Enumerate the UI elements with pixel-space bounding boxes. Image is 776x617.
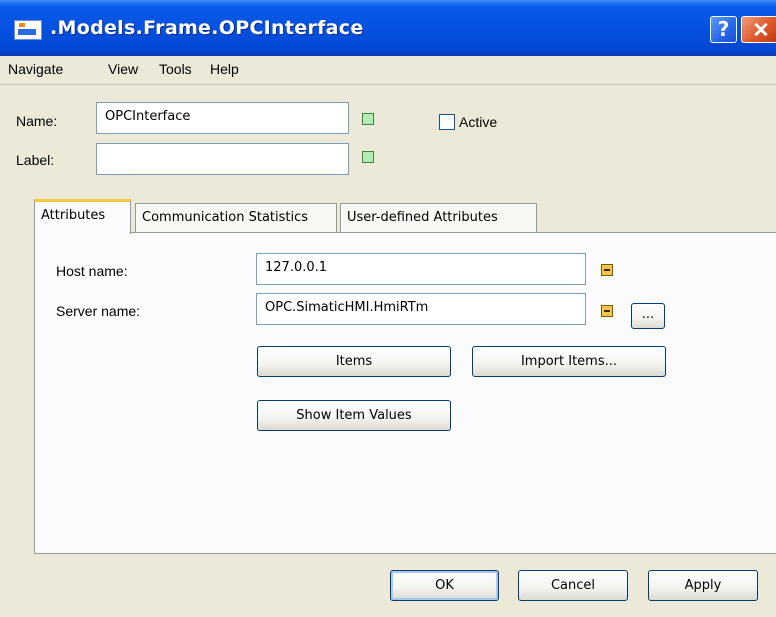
menu-tools[interactable]: Tools <box>159 61 192 77</box>
menu-view[interactable]: View <box>108 61 138 77</box>
host-name-input[interactable]: 127.0.0.1 <box>256 253 586 285</box>
ok-button[interactable]: OK <box>390 570 499 601</box>
menu-bar: Navigate View Tools Help <box>0 56 776 85</box>
items-button[interactable]: Items <box>257 346 451 377</box>
name-status-indicator <box>362 113 374 125</box>
label-input[interactable] <box>96 143 349 175</box>
name-label: Name: <box>16 113 58 129</box>
close-button[interactable] <box>741 16 776 43</box>
help-button[interactable]: ? <box>710 16 737 43</box>
cancel-button[interactable]: Cancel <box>518 570 628 601</box>
server-name-label: Server name: <box>56 303 141 319</box>
dialog-window: .Models.Frame.OPCInterface ? Navigate Vi… <box>0 0 776 617</box>
active-label: Active <box>459 114 498 130</box>
tab-user-defined-attributes[interactable]: User-defined Attributes <box>340 203 537 233</box>
label-status-indicator <box>362 151 374 163</box>
browse-server-button[interactable]: ... <box>631 303 665 329</box>
active-checkbox[interactable] <box>439 114 455 130</box>
import-items-button[interactable]: Import Items... <box>472 346 666 377</box>
server-name-status-indicator <box>601 305 613 317</box>
tab-attributes[interactable]: Attributes <box>34 199 131 234</box>
tab-communication-statistics[interactable]: Communication Statistics <box>135 203 337 233</box>
host-name-label: Host name: <box>56 263 128 279</box>
label-label: Label: <box>16 152 55 168</box>
name-input[interactable]: OPCInterface <box>96 102 349 134</box>
menu-navigate[interactable]: Navigate <box>8 61 63 77</box>
app-icon <box>14 20 42 40</box>
attributes-panel: Host name: 127.0.0.1 Server name: OPC.Si… <box>34 232 776 554</box>
server-name-input[interactable]: OPC.SimaticHMI.HmiRTm <box>256 293 586 325</box>
menu-help[interactable]: Help <box>210 61 239 77</box>
host-name-status-indicator <box>601 264 613 276</box>
title-bar[interactable]: .Models.Frame.OPCInterface ? <box>0 0 776 56</box>
show-item-values-button[interactable]: Show Item Values <box>257 400 451 431</box>
window-title: .Models.Frame.OPCInterface <box>50 17 364 39</box>
apply-button[interactable]: Apply <box>648 570 758 601</box>
